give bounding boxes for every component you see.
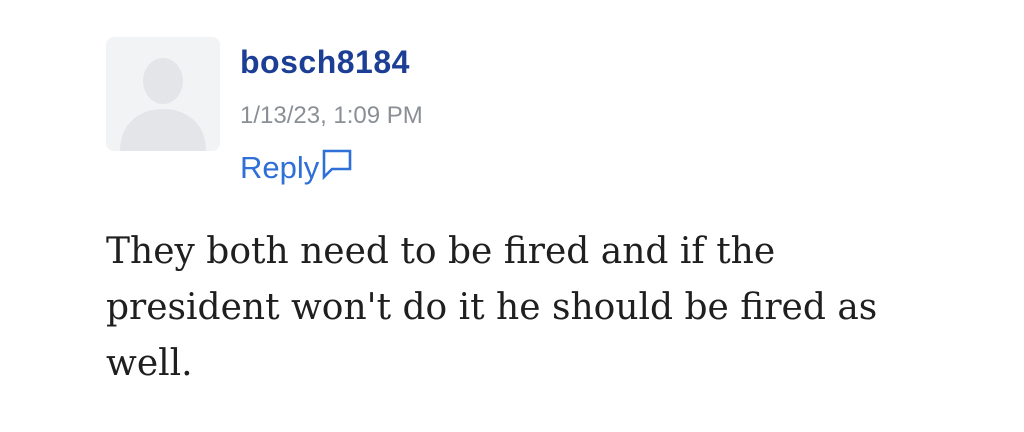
reply-label: Reply [240,150,320,185]
reply-button[interactable]: Reply [240,148,353,188]
default-user-avatar-icon [106,37,220,151]
username[interactable]: bosch8184 [240,40,410,84]
speech-bubble-icon [322,149,352,180]
comment-body: They both need to be fired and if the pr… [106,231,878,384]
timestamp: 1/13/23, 1:09 PM [240,102,423,129]
comment: bosch8184 1/13/23, 1:09 PM Reply They bo… [0,0,1024,432]
avatar[interactable] [106,37,220,151]
